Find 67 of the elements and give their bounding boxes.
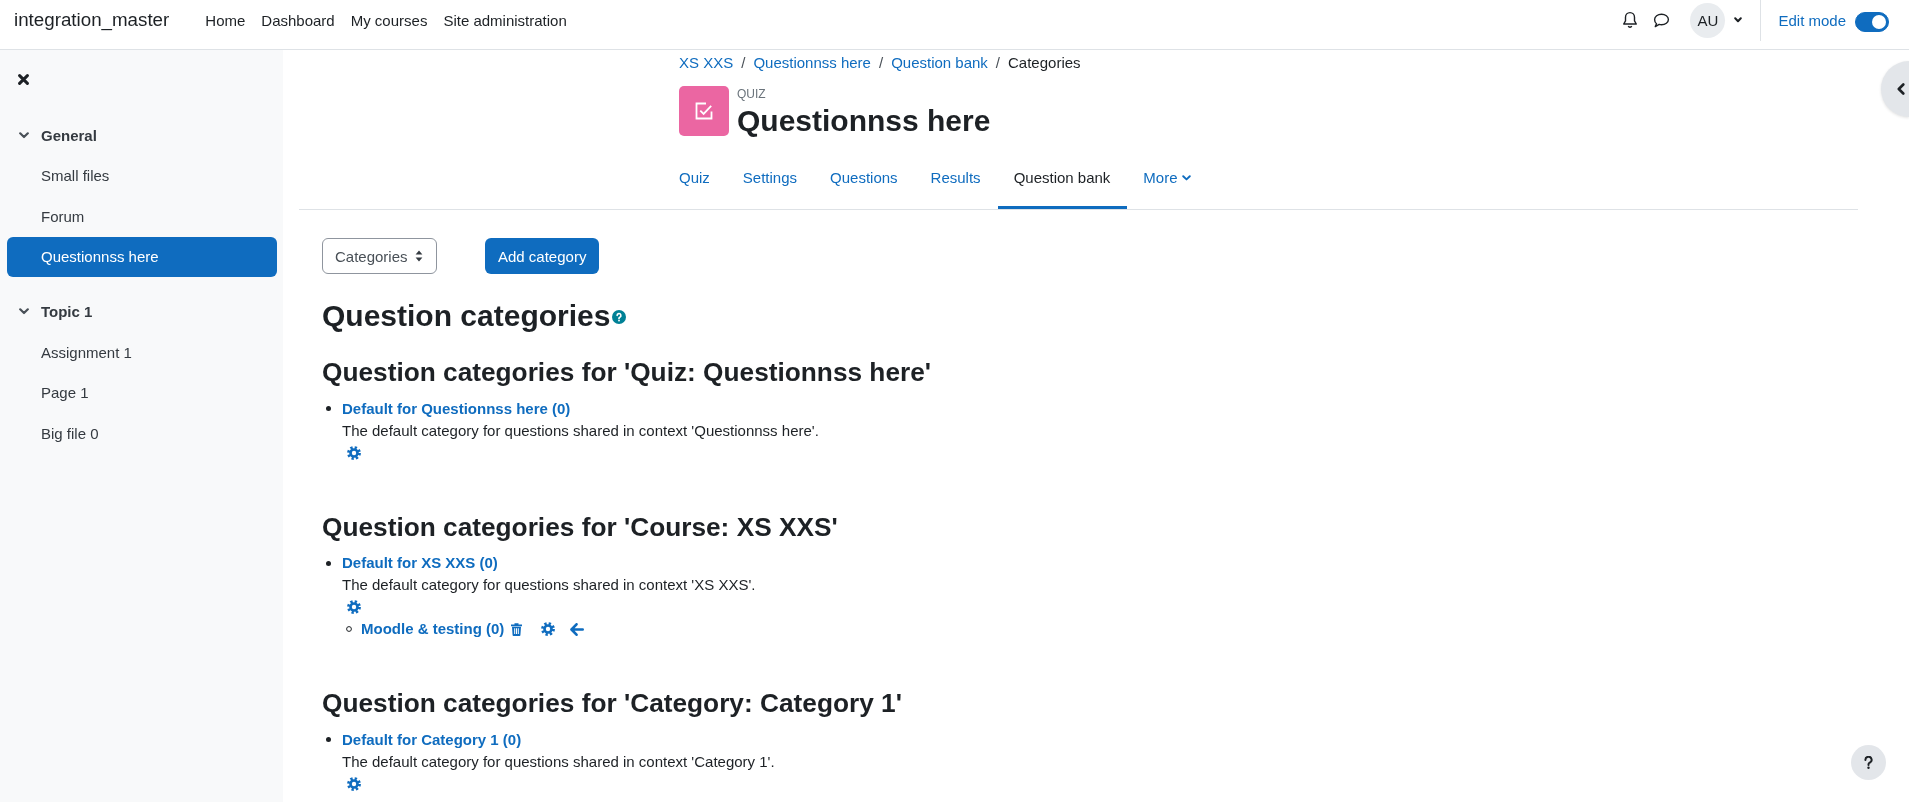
breadcrumb-separator: / [740,53,747,73]
arrow-left-icon[interactable] [570,622,585,636]
category-link[interactable]: Default for XS XXS (0) [342,552,498,574]
category-view-select[interactable]: Categories [322,238,437,274]
checkbox-tile-icon [679,86,729,136]
user-avatar[interactable]: AU [1690,2,1726,38]
nav-link[interactable]: Site administration [435,11,575,29]
category-link[interactable]: Default for Category 1 (0) [342,728,522,751]
add-category-button[interactable]: Add category [485,238,600,274]
context-heading: Question categories for 'Category: Category 1' [322,688,903,720]
gear-icon[interactable] [347,600,361,614]
question-mark-icon[interactable] [1864,756,1873,769]
category-description: The default category for questions shared in context 'XS XXS'. [342,575,756,595]
course-index-item[interactable]: Small files [7,155,277,196]
page-title: Questionnss here [737,103,991,139]
bullet-icon [326,737,331,742]
chat-bubble-icon[interactable] [1653,12,1671,28]
category-description: The default category for questions shared in context 'Questionnss here'. [342,420,819,441]
site-name[interactable]: integration_master [14,9,170,31]
tab[interactable]: Quiz [663,147,727,209]
gear-icon[interactable] [347,445,361,460]
course-index-item[interactable]: Big file 0 [7,413,277,454]
breadcrumb-link[interactable]: XS XXS [679,52,734,74]
page-heading: Question categories [322,298,611,334]
activity-type-label: QUIZ [737,86,766,103]
breadcrumb-link[interactable]: Questionnss here [753,52,871,74]
bell-icon[interactable] [1622,11,1639,29]
chevron-down-icon[interactable] [19,308,29,316]
chevron-down-icon[interactable] [19,131,29,139]
bullet-icon [346,626,352,632]
trash-icon[interactable] [511,622,523,636]
section-title[interactable]: General [41,126,97,144]
tab[interactable]: Question bank [997,147,1128,209]
course-index-item[interactable]: Page 1 [7,372,277,413]
gear-icon[interactable] [541,622,556,636]
tab[interactable]: Results [914,147,998,209]
tab[interactable]: Settings [726,147,815,209]
edit-mode-label[interactable]: Edit mode [1778,11,1846,29]
tab[interactable]: More [1127,147,1208,209]
course-index-item[interactable]: Assignment 1 [7,332,277,373]
context-heading: Question categories for 'Quiz: Questionnss here' [322,357,933,389]
category-link[interactable]: Moodle & testing (0) [361,618,505,640]
category-description: The default category for questions shared in context 'Category 1'. [342,751,775,772]
context-heading: Question categories for 'Course: XS XXS' [322,511,839,543]
nav-link[interactable]: Home [197,11,254,29]
bullet-icon [326,560,331,566]
course-index-item[interactable]: Forum [7,196,277,237]
chevron-down-icon[interactable] [1734,17,1743,23]
drawer-toggle-button[interactable] [1881,61,1909,117]
help-icon[interactable] [612,310,627,324]
help-button[interactable] [1851,745,1886,780]
breadcrumb-current: Categories [1008,53,1081,73]
gear-icon[interactable] [347,776,361,791]
nav-link[interactable]: My courses [342,11,436,29]
chevron-left-icon[interactable] [1897,83,1905,95]
sort-arrows-icon [415,250,423,262]
close-icon[interactable] [18,73,29,85]
category-link[interactable]: Default for Questionnss here (0) [342,397,571,420]
section-title[interactable]: Topic 1 [41,303,93,321]
tab[interactable]: Questions [814,147,915,209]
course-index-item[interactable]: Questionnss here [7,236,277,277]
edit-mode-switch[interactable] [1855,11,1889,32]
bullet-icon [326,406,331,411]
breadcrumb-link[interactable]: Question bank [891,52,988,74]
nav-link[interactable]: Dashboard [253,11,343,29]
breadcrumb-separator: / [994,53,1002,73]
breadcrumb-separator: / [877,53,885,73]
